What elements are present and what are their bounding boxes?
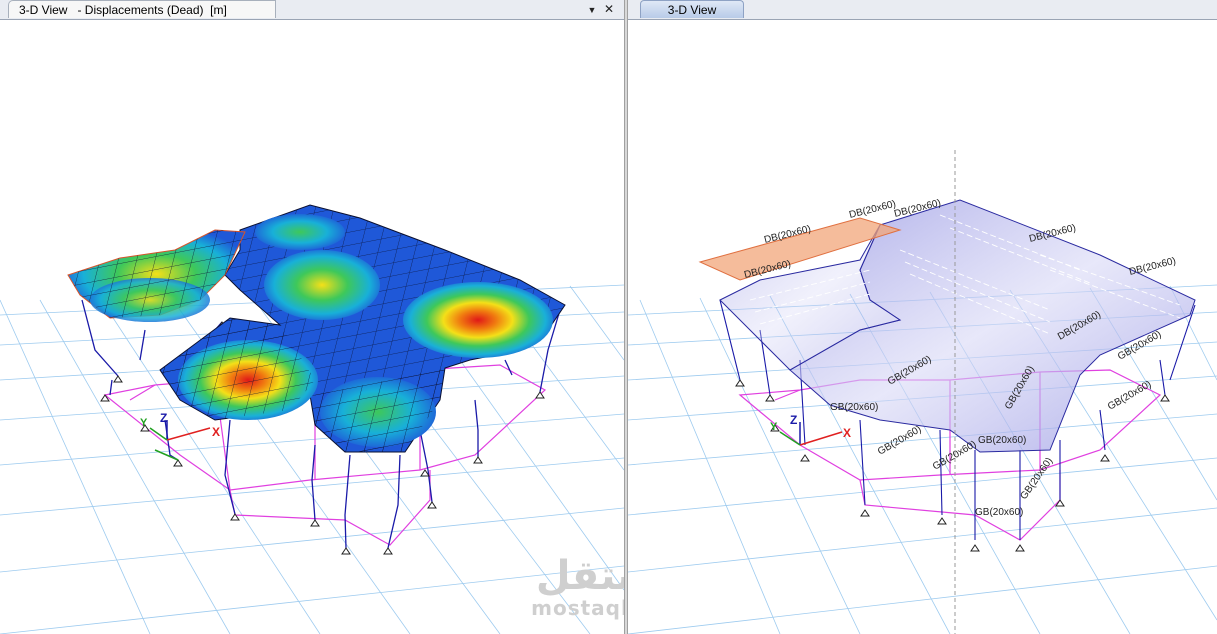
axis-y-label: Y	[140, 417, 148, 429]
beam-label: GB(20x60)	[978, 435, 1026, 446]
axis-z-label: Z	[160, 411, 167, 425]
right-view-window: 3-D View DB(20x60) DB(20x60) DB(20x60) D…	[628, 0, 1217, 634]
axis-x-label: X	[212, 425, 220, 439]
left-3d-viewport[interactable]: Z X Y	[0, 20, 624, 634]
deformed-slab	[67, 204, 566, 453]
beam-label: GB(20x60)	[830, 402, 878, 413]
beam-label: DB(20x60)	[1128, 256, 1177, 278]
beam-label: GB(20x60)	[975, 507, 1023, 518]
close-icon[interactable]: ✕	[603, 1, 615, 17]
axis-x-label: X	[843, 426, 851, 440]
watermark-arabic-text: مستقل	[535, 553, 624, 599]
global-axes: Z X Y	[770, 413, 851, 446]
axis-z-label: Z	[790, 413, 797, 427]
watermark-latin-text: mostaql.com	[531, 596, 624, 620]
beam-label: GB(20x60)	[876, 424, 923, 458]
tab-3d-view[interactable]: 3-D View	[640, 0, 744, 18]
beam-label: DB(20x60)	[848, 199, 897, 221]
watermark-logo: مستقل mostaql.com	[528, 555, 624, 619]
left-view-window: 3-D View - Displacements (Dead) [m] ▼ ✕	[0, 0, 624, 634]
left-tab-bar: 3-D View - Displacements (Dead) [m] ▼ ✕	[0, 0, 624, 20]
axis-y-label: Y	[770, 421, 778, 433]
right-tab-bar: 3-D View	[628, 0, 1217, 20]
tab-3d-view-displacements[interactable]: 3-D View - Displacements (Dead) [m]	[8, 0, 276, 18]
right-3d-viewport[interactable]: DB(20x60) DB(20x60) DB(20x60) DB(20x60) …	[628, 20, 1217, 634]
pin-icon[interactable]: ▼	[586, 2, 598, 18]
beam-label: GB(20x60)	[1018, 456, 1055, 502]
